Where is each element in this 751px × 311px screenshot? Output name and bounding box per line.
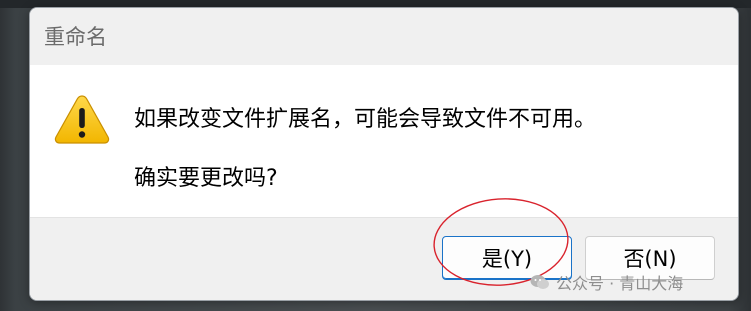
dialog-titlebar[interactable]: 重命名: [30, 8, 738, 65]
warning-icon: [54, 95, 110, 144]
dialog-question: 确实要更改吗?: [134, 166, 278, 191]
dialog-content: 如果改变文件扩展名，可能会导致文件不可用。 确实要更改吗?: [30, 65, 738, 217]
dialog-message: 如果改变文件扩展名，可能会导致文件不可用。: [134, 107, 597, 132]
watermark: 公众号 · 青山大海: [530, 270, 683, 294]
watermark-text: 公众号 · 青山大海: [556, 274, 684, 293]
rename-dialog: 重命名 如果改变文件扩展名，可能会导致文件不可用。 确实要更改吗? 是(Y) 否…: [29, 7, 739, 301]
dialog-title: 重命名: [44, 25, 107, 49]
wechat-icon: [530, 275, 549, 289]
